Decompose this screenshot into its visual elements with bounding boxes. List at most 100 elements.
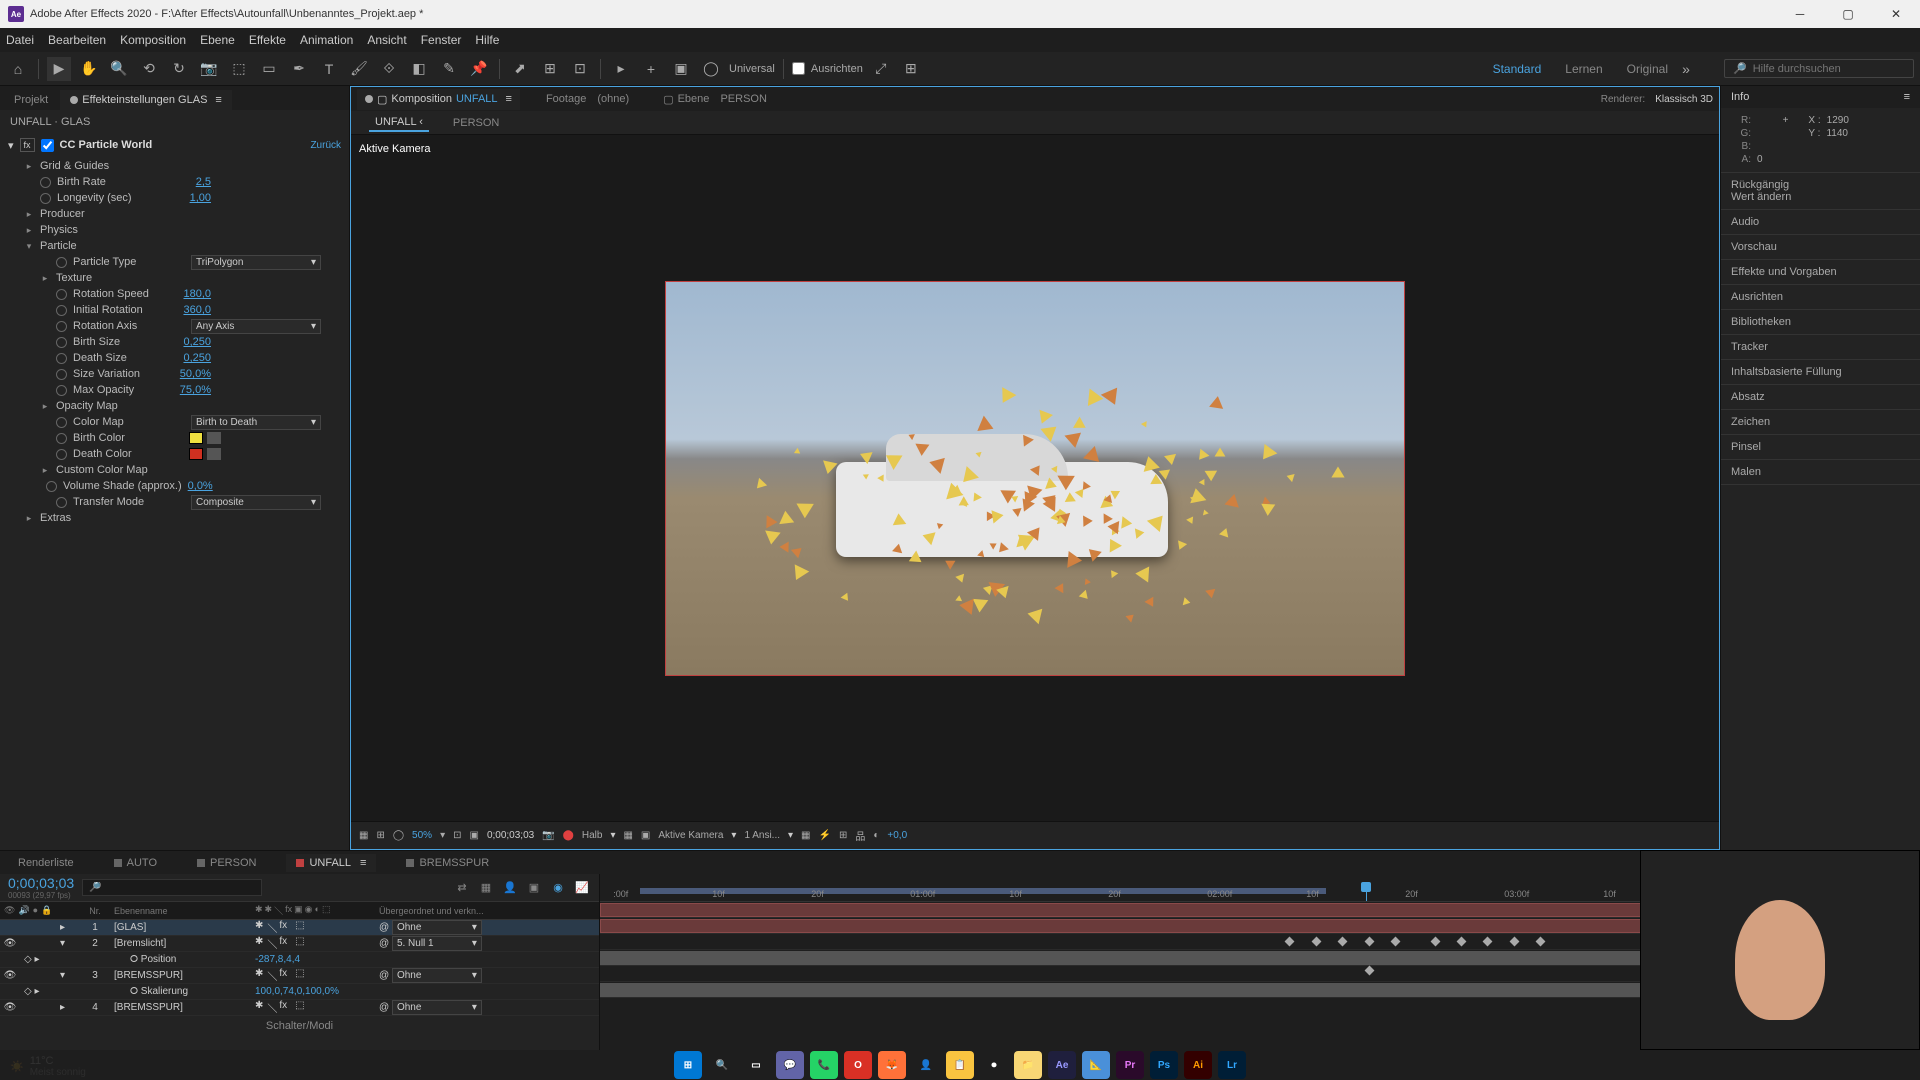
stopwatch-icon[interactable] (56, 321, 67, 332)
transparency-icon[interactable]: ▦ (623, 830, 632, 841)
teams-icon[interactable]: 💬 (776, 1051, 804, 1079)
panel-absatz[interactable]: Absatz (1721, 385, 1920, 410)
app-icon-yellow[interactable]: 📋 (946, 1051, 974, 1079)
eraser-tool[interactable]: ◧ (407, 57, 431, 81)
audio-toggle[interactable] (18, 922, 29, 934)
timeline-tab-auto[interactable]: AUTO (104, 854, 167, 872)
firefox-icon[interactable]: 🦊 (878, 1051, 906, 1079)
lock-icon[interactable]: ▢ (377, 93, 387, 106)
app-icon-blue[interactable]: 📐 (1082, 1051, 1110, 1079)
layer-row[interactable]: 👁▸4 [BREMSSPUR]✱＼fx⬚@ Ohne▾ (0, 1000, 599, 1016)
channel-icon[interactable]: ⬤ (563, 830, 574, 841)
rotobrush-tool[interactable]: ✎ (437, 57, 461, 81)
pan-behind-tool[interactable]: ⬚ (227, 57, 251, 81)
pen-tool[interactable]: ✒ (287, 57, 311, 81)
pickwhip-icon[interactable]: @ (379, 938, 389, 949)
app-icon-generic[interactable]: 👤 (912, 1051, 940, 1079)
resolution-dropdown[interactable]: Halb (582, 830, 603, 841)
exposure-value[interactable]: +0,0 (887, 830, 907, 841)
prop-value[interactable]: 75,0% (180, 384, 211, 396)
stopwatch-icon[interactable] (56, 417, 67, 428)
grid-icon[interactable]: ⊞ (376, 830, 384, 841)
renderer-value[interactable]: Klassisch 3D (1655, 94, 1713, 105)
twirl-icon[interactable]: ▸ (40, 401, 50, 412)
prop-value[interactable]: 180,0 (183, 288, 211, 300)
universal-icon[interactable]: ◯ (699, 57, 723, 81)
shape-tool[interactable]: ▭ (257, 57, 281, 81)
color-swatch[interactable] (189, 432, 203, 444)
panel-malen[interactable]: Malen (1721, 460, 1920, 485)
solo-toggle[interactable] (32, 970, 42, 982)
layer-row[interactable]: 👁▾3 [BREMSSPUR]✱＼fx⬚@ Ohne▾ (0, 968, 599, 984)
stopwatch-icon[interactable] (56, 369, 67, 380)
stopwatch-icon[interactable] (56, 433, 67, 444)
stopwatch-icon[interactable] (40, 193, 51, 204)
pixel-aspect-icon[interactable]: ▦ (801, 830, 810, 841)
visibility-toggle[interactable]: 👁 (4, 970, 16, 982)
panel-menu-icon[interactable]: ≡ (1904, 91, 1910, 103)
premiere-icon[interactable]: Pr (1116, 1051, 1144, 1079)
project-tab[interactable]: Projekt (4, 90, 58, 110)
frame-blend-icon[interactable]: ▣ (525, 879, 543, 897)
parent-dropdown[interactable]: Ohne▾ (392, 968, 482, 983)
layer-row[interactable]: 👁▾2 [Bremslicht]✱＼fx⬚@ 5. Null 1▾ (0, 936, 599, 952)
twirl-icon[interactable]: ▸ (60, 922, 65, 933)
start-button[interactable]: ⊞ (674, 1051, 702, 1079)
eyedropper-icon[interactable] (207, 432, 221, 444)
stopwatch-icon[interactable] (56, 305, 67, 316)
whatsapp-icon[interactable]: 📞 (810, 1051, 838, 1079)
visibility-toggle[interactable] (4, 922, 15, 934)
parent-dropdown[interactable]: Ohne▾ (392, 1000, 482, 1015)
hand-tool[interactable]: ✋ (77, 57, 101, 81)
prop-value[interactable]: 0,250 (183, 336, 211, 348)
puppet-tool[interactable]: 📌 (467, 57, 491, 81)
composition-canvas[interactable] (665, 281, 1405, 676)
prop-value[interactable]: 50,0% (180, 368, 211, 380)
panel-vorschau[interactable]: Vorschau (1721, 235, 1920, 260)
twirl-icon[interactable]: ▸ (24, 225, 34, 236)
viewport[interactable]: Aktive Kamera (351, 135, 1719, 821)
illustrator-icon[interactable]: Ai (1184, 1051, 1212, 1079)
close-button[interactable]: ✕ (1880, 4, 1912, 24)
stopwatch-icon[interactable] (56, 337, 67, 348)
stopwatch-icon[interactable] (56, 289, 67, 300)
zoom-value[interactable]: 50% (412, 830, 432, 841)
panel-audio[interactable]: Audio (1721, 210, 1920, 235)
views-dropdown[interactable]: 1 Ansi... (744, 830, 780, 841)
twirl-icon[interactable]: ▾ (60, 938, 65, 949)
task-view-icon[interactable]: ▭ (742, 1051, 770, 1079)
fast-preview-icon[interactable]: ⚡ (819, 830, 831, 841)
timeline-tab-bremsspur[interactable]: BREMSSPUR (396, 854, 499, 872)
minimize-button[interactable]: ─ (1784, 4, 1816, 24)
rotate-tool[interactable]: ↻ (167, 57, 191, 81)
mini-flow-person[interactable]: PERSON (447, 115, 505, 131)
visibility-toggle[interactable]: 👁 (4, 938, 16, 950)
roi-icon[interactable]: ▣ (469, 830, 478, 841)
maximize-button[interactable]: ▢ (1832, 4, 1864, 24)
timeline-tab-person[interactable]: PERSON (187, 854, 266, 872)
twirl-icon[interactable]: ▸ (24, 209, 34, 220)
snap-grid-icon[interactable]: ⊞ (899, 57, 923, 81)
stopwatch-icon[interactable] (56, 257, 67, 268)
twirl-icon[interactable]: ▸ (24, 513, 34, 524)
menu-bearbeiten[interactable]: Bearbeiten (48, 33, 106, 47)
camera-tool[interactable]: 📷 (197, 57, 221, 81)
resolution-icon[interactable]: ⊡ (453, 830, 461, 841)
motion-blur-icon[interactable]: ◉ (549, 879, 567, 897)
add-icon[interactable]: + (639, 57, 663, 81)
panel-ausrichten[interactable]: Ausrichten (1721, 285, 1920, 310)
footage-viewer-tab[interactable]: Footage (ohne) (538, 89, 637, 109)
selection-tool[interactable]: ▶ (47, 57, 71, 81)
zoom-dropdown-icon[interactable]: ▾ (440, 830, 445, 841)
layer-row[interactable]: ▸1 [GLAS]✱＼fx⬚@ Ohne▾ (0, 920, 599, 936)
stopwatch-icon[interactable] (40, 177, 51, 188)
effect-enable-checkbox[interactable] (41, 139, 54, 152)
opera-icon[interactable]: O (844, 1051, 872, 1079)
pickwhip-icon[interactable]: @ (379, 922, 389, 933)
stopwatch-icon[interactable] (56, 449, 67, 460)
stopwatch-icon[interactable] (56, 385, 67, 396)
comp-viewer-tab[interactable]: ▢ Komposition UNFALL ≡ (357, 89, 520, 110)
timeline-tab-renderliste[interactable]: Renderliste (8, 854, 84, 872)
panel-zeichen[interactable]: Zeichen (1721, 410, 1920, 435)
twirl-icon[interactable]: ▾ (60, 970, 65, 981)
